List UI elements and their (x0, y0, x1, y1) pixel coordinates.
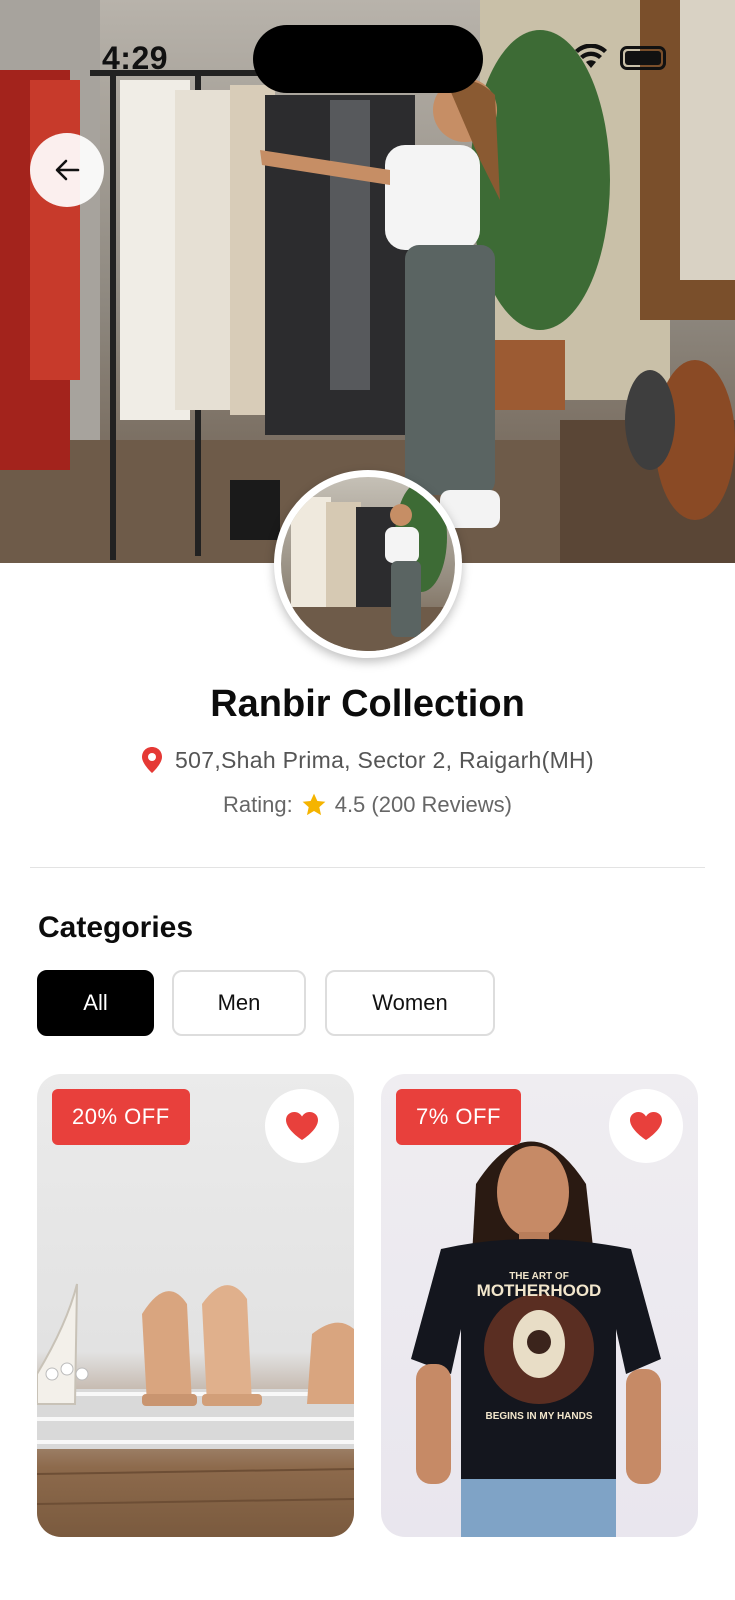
wifi-icon (575, 44, 607, 68)
product-card[interactable]: THE ART OF MOTHERHOOD BEGINS IN MY HANDS… (381, 1074, 698, 1537)
location-pin-icon (142, 747, 163, 773)
favorite-button[interactable] (265, 1089, 339, 1163)
chip-all[interactable]: All (37, 970, 154, 1036)
status-bar: 4:29 (0, 0, 735, 110)
address-text: 507,Shah Prima, Sector 2, Raigarh(MH) (175, 746, 594, 773)
shirt-print-line-2: MOTHERHOOD (477, 1281, 602, 1300)
store-address: 507,Shah Prima, Sector 2, Raigarh(MH) (0, 746, 735, 774)
store-avatar-image (281, 482, 455, 651)
discount-badge: 20% OFF (52, 1089, 190, 1145)
rating-value: 4.5 (200 Reviews) (334, 792, 513, 817)
back-button[interactable] (30, 133, 104, 207)
star-icon (302, 793, 326, 816)
rating-label: Rating: (222, 792, 293, 817)
heart-icon (286, 1112, 318, 1140)
product-card[interactable]: 20% OFF (37, 1074, 354, 1537)
battery-icon (620, 46, 666, 70)
heart-icon (630, 1112, 662, 1140)
chip-men[interactable]: Men (172, 970, 306, 1036)
store-name: Ranbir Collection (210, 683, 525, 725)
arrow-left-icon (55, 159, 80, 181)
shirt-print-line-3: BEGINS IN MY HANDS (485, 1411, 592, 1422)
categories-title: Categories (38, 911, 194, 944)
dynamic-island (253, 25, 483, 93)
divider (30, 867, 705, 868)
store-avatar (274, 470, 462, 658)
status-time: 4:29 (102, 40, 169, 76)
store-rating: Rating: 4.5 (200 Reviews) (0, 792, 735, 818)
favorite-button[interactable] (609, 1089, 683, 1163)
discount-badge: 7% OFF (396, 1089, 521, 1145)
chip-women[interactable]: Women (325, 970, 495, 1036)
